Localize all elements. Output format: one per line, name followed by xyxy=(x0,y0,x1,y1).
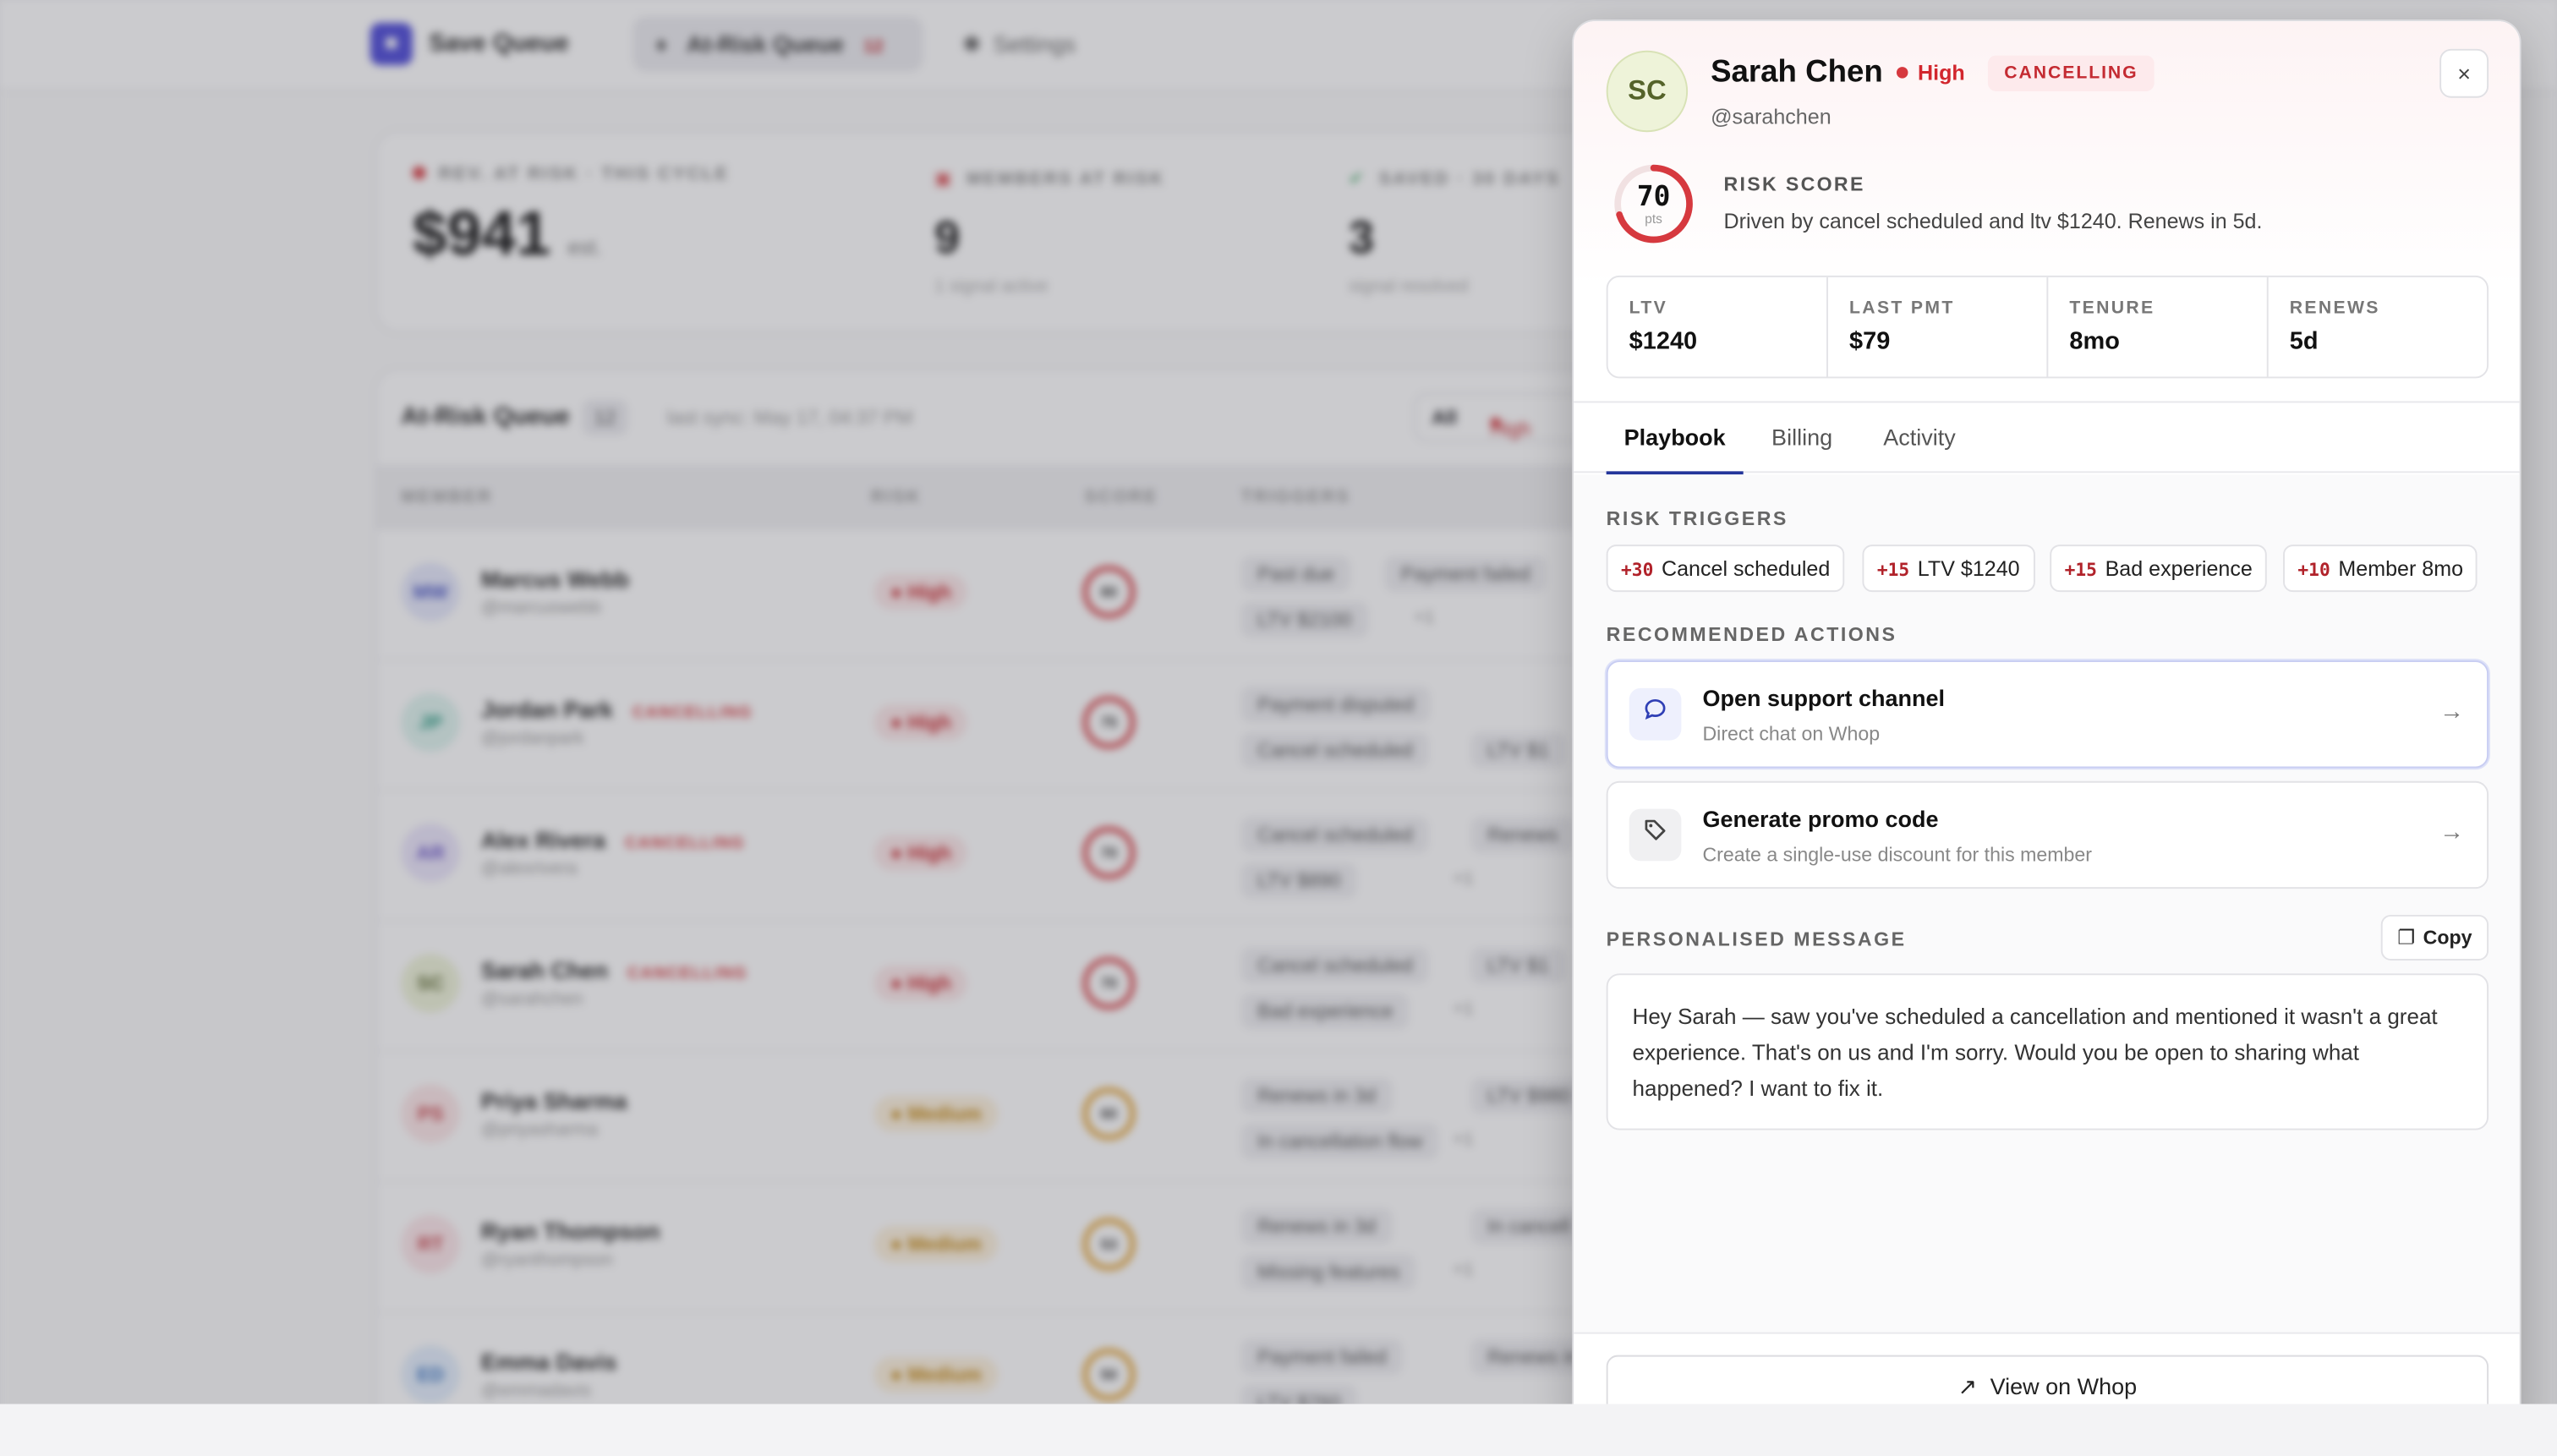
trigger-chip: +15 Bad experience xyxy=(2050,545,2268,593)
external-link-icon: ↗ xyxy=(1957,1372,1978,1399)
risk-dot-icon xyxy=(1896,67,1908,79)
close-icon: × xyxy=(2457,60,2472,87)
member-handle: @sarahchen xyxy=(1711,104,1832,129)
trigger-chip: +10 Member 8mo xyxy=(2283,545,2478,593)
metric-last-payment: LAST PMT $79 xyxy=(1828,276,2049,377)
personalised-message-label: PERSONALISED MESSAGE xyxy=(1606,928,1907,951)
copy-icon: ❐ xyxy=(2397,926,2416,950)
avatar: SC xyxy=(1606,50,1689,133)
risk-score-unit: pts xyxy=(1645,211,1662,227)
personalised-message[interactable]: Hey Sarah — saw you've scheduled a cance… xyxy=(1606,973,2489,1130)
playbook-content xyxy=(1574,474,2520,1333)
risk-score-value: 70 xyxy=(1636,181,1671,214)
metrics-grid: LTV $1240 LAST PMT $79 TENURE 8mo RENEWS 5d xyxy=(1606,275,2489,379)
tab-playbook[interactable]: Playbook xyxy=(1606,402,1744,475)
close-button[interactable]: × xyxy=(2439,48,2489,98)
metric-renews: RENEWS 5d xyxy=(2289,298,2380,356)
member-name: Sarah Chen xyxy=(1711,55,1883,90)
risk-score-description: Driven by cancel scheduled and ltv $1240… xyxy=(1723,208,2263,233)
risk-score-label: RISK SCORE xyxy=(1723,172,1865,196)
trigger-chip: +30 Cancel scheduled xyxy=(1606,545,1845,593)
arrow-right-icon: → xyxy=(2439,698,2465,726)
status-badge: CANCELLING xyxy=(1987,55,2155,92)
panel-tabs: Playbook Billing Activity xyxy=(1574,401,2520,475)
metric-ltv: LTV $1240 xyxy=(1608,276,1828,377)
copy-button[interactable]: ❐ Copy xyxy=(2380,914,2489,961)
view-on-whop-button[interactable]: ↗ View on Whop xyxy=(1606,1355,2489,1404)
risk-badge: High xyxy=(1896,60,1965,85)
tab-activity[interactable]: Activity xyxy=(1870,402,1968,474)
recommended-actions-label: RECOMMENDED ACTIONS xyxy=(1606,622,1897,646)
open-support-channel-button[interactable]: Open support channel Direct chat on Whop… xyxy=(1606,660,2489,769)
panel-footer: ↗ View on Whop xyxy=(1574,1332,2520,1404)
trigger-chip: +15 LTV $1240 xyxy=(1862,545,2034,593)
tag-icon xyxy=(1629,808,1682,862)
arrow-right-icon: → xyxy=(2439,818,2465,846)
panel-header: SC Sarah Chen High CANCELLING @sarahchen… xyxy=(1574,21,2520,400)
tab-billing[interactable]: Billing xyxy=(1760,402,1844,474)
metric-tenure: TENURE 8mo xyxy=(2048,276,2269,377)
risk-triggers-label: RISK TRIGGERS xyxy=(1606,506,1788,530)
chat-bubble-icon xyxy=(1629,687,1682,741)
generate-promo-code-button[interactable]: Generate promo code Create a single-use … xyxy=(1606,780,2489,889)
member-detail-panel: SC Sarah Chen High CANCELLING @sarahchen… xyxy=(1572,19,2521,1404)
